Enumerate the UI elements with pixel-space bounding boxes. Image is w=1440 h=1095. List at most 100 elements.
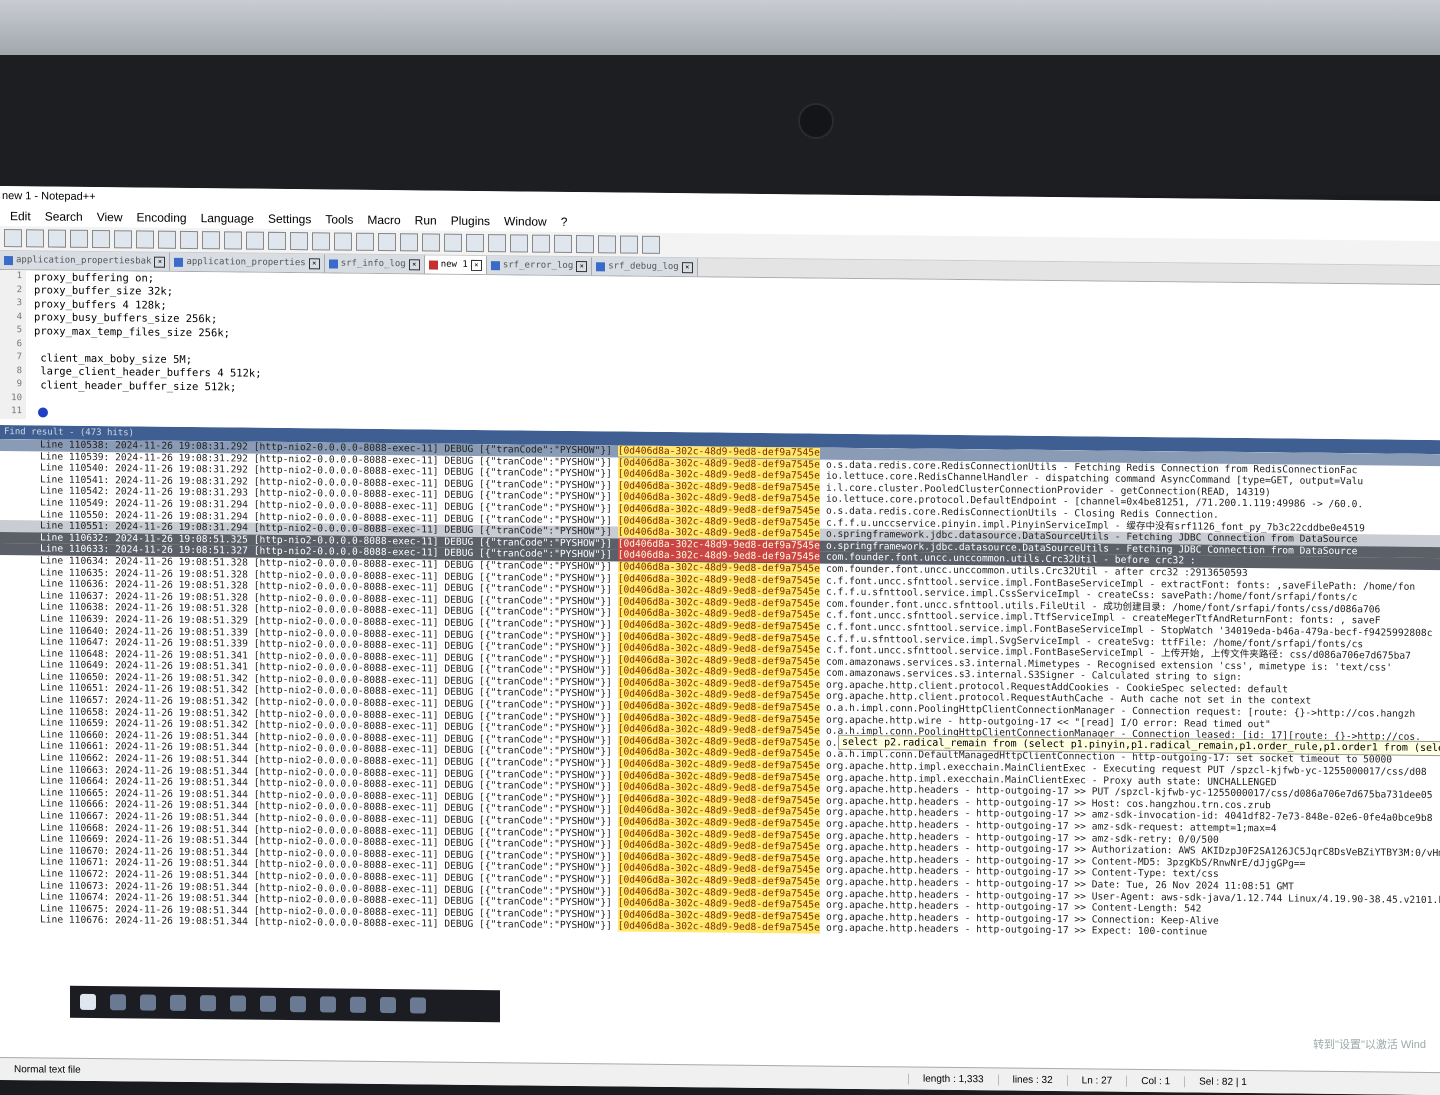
result-trancode: [{"tranCode":"PYSHOW"}] [479, 560, 612, 572]
record-icon[interactable] [554, 235, 572, 253]
close-icon[interactable]: × [471, 259, 482, 270]
result-timestamp: 2024-11-26 19:08:51.344 [115, 800, 248, 812]
result-trancode: [{"tranCode":"PYSHOW"}] [479, 606, 612, 618]
play-multi-icon[interactable] [620, 235, 638, 253]
mail-icon[interactable] [200, 995, 216, 1011]
find-icon[interactable] [268, 232, 286, 250]
monitor-bezel [0, 55, 1440, 195]
sync-h-icon[interactable] [378, 233, 396, 251]
result-timestamp: 2024-11-26 19:08:51.344 [115, 776, 248, 788]
tab-srf-info-log[interactable]: srf_info_log× [325, 254, 425, 273]
result-line-no: Line [40, 776, 69, 787]
close-icon[interactable]: × [682, 262, 693, 273]
redo-icon[interactable] [246, 232, 264, 250]
result-timestamp: 2024-11-26 19:08:51.328 [115, 568, 248, 580]
result-number: 110541 [69, 475, 104, 486]
app-icon[interactable] [230, 995, 246, 1011]
close-icon[interactable]: × [576, 261, 587, 272]
paste-icon[interactable] [202, 231, 220, 249]
result-trancode: [{"tranCode":"PYSHOW"}] [479, 618, 612, 630]
result-line-no: Line [40, 486, 69, 497]
menu-item-tools[interactable]: Tools [325, 212, 353, 226]
close-icon[interactable]: × [309, 258, 320, 269]
doc-map-icon[interactable] [466, 234, 484, 252]
monitor-icon[interactable] [532, 235, 550, 253]
stop-icon[interactable] [576, 235, 594, 253]
indent-guide-icon[interactable] [444, 234, 462, 252]
result-timestamp: 2024-11-26 19:08:31.292 [115, 452, 248, 464]
result-trancode: [{"tranCode":"PYSHOW"}] [479, 850, 612, 862]
menu-item-language[interactable]: Language [201, 211, 254, 226]
close-all-icon[interactable] [114, 230, 132, 248]
result-timestamp: 2024-11-26 19:08:51.344 [115, 892, 248, 904]
result-line-no: Line [40, 868, 69, 879]
result-timestamp: 2024-11-26 19:08:51.344 [115, 858, 248, 870]
tab-new-1[interactable]: new 1× [425, 255, 487, 274]
terminal-icon[interactable] [320, 996, 336, 1012]
result-number: 110665 [69, 788, 104, 799]
tab-srf-error-log[interactable]: srf_error_log× [487, 256, 592, 275]
save-all-icon[interactable] [70, 230, 88, 248]
result-timestamp: 2024-11-26 19:08:31.293 [115, 487, 248, 499]
editor-pane[interactable]: 1proxy_buffering on;2proxy_buffer_size 3… [0, 270, 1440, 440]
folder-icon[interactable] [510, 234, 528, 252]
result-trancode: [{"tranCode":"PYSHOW"}] [479, 803, 612, 815]
windows-start-icon[interactable] [80, 994, 96, 1010]
print-icon[interactable] [136, 230, 154, 248]
task-view-icon[interactable] [110, 994, 126, 1010]
menu-item-view[interactable]: View [97, 210, 123, 224]
function-list-icon[interactable] [488, 234, 506, 252]
close-icon[interactable] [92, 230, 110, 248]
replace-icon[interactable] [290, 232, 308, 250]
save-macro-icon[interactable] [642, 236, 660, 254]
chrome-icon[interactable] [350, 997, 366, 1013]
settings-icon[interactable] [290, 996, 306, 1012]
file-explorer-icon[interactable] [140, 994, 156, 1010]
result-trancode: [{"tranCode":"PYSHOW"}] [479, 711, 612, 723]
tab-srf-debug-log[interactable]: srf_debug_log× [592, 257, 697, 276]
tab-application-properties[interactable]: application_properties× [170, 253, 324, 273]
menu-item-settings[interactable]: Settings [268, 212, 311, 226]
save-icon[interactable] [48, 230, 66, 248]
zoom-in-icon[interactable] [312, 232, 330, 250]
find-results-panel[interactable]: Line 110538: 2024-11-26 19:08:31.292 [ht… [0, 439, 1440, 979]
close-icon[interactable]: × [154, 256, 165, 267]
line-number: 1 [0, 270, 26, 284]
close-icon[interactable]: × [409, 259, 420, 270]
app-icon-2[interactable] [260, 996, 276, 1012]
sync-v-icon[interactable] [356, 233, 374, 251]
result-line-no: Line [40, 694, 69, 705]
menu-item-plugins[interactable]: Plugins [451, 214, 490, 228]
all-chars-icon[interactable] [422, 233, 440, 251]
undo-icon[interactable] [224, 231, 242, 249]
result-level: DEBUG [444, 861, 473, 872]
play-icon[interactable] [598, 235, 616, 253]
menu-item-macro[interactable]: Macro [367, 213, 400, 227]
tab-application-propertiesbak[interactable]: application_propertiesbak× [0, 251, 170, 271]
cut-icon[interactable] [158, 231, 176, 249]
browser-icon[interactable] [170, 995, 186, 1011]
new-file-icon[interactable] [4, 229, 22, 247]
result-timestamp: 2024-11-26 19:08:51.328 [115, 579, 248, 591]
menu-item-window[interactable]: Window [504, 214, 547, 228]
result-number: 110675 [69, 903, 104, 914]
result-level: DEBUG [444, 571, 473, 582]
wrap-icon[interactable] [400, 233, 418, 251]
menu-item-encoding[interactable]: Encoding [137, 210, 187, 225]
status-bar: Normal text file length : 1,333 lines : … [0, 1057, 1440, 1095]
zoom-out-icon[interactable] [334, 232, 352, 250]
result-timestamp: 2024-11-26 19:08:51.328 [115, 556, 248, 568]
result-trancode: [{"tranCode":"PYSHOW"}] [479, 676, 612, 688]
result-line-no: Line [40, 451, 69, 462]
result-line-no: Line [40, 555, 69, 566]
app-icon-3[interactable] [410, 997, 426, 1013]
menu-item-edit[interactable]: Edit [10, 209, 31, 223]
copy-icon[interactable] [180, 231, 198, 249]
tab-label: srf_error_log [503, 260, 573, 271]
result-line-no: Line [40, 799, 69, 810]
menu-item-search[interactable]: Search [45, 209, 83, 223]
menu-item-run[interactable]: Run [415, 213, 437, 227]
menu-item-[interactable]: ? [561, 215, 568, 229]
notepadpp-icon[interactable] [380, 997, 396, 1013]
open-icon[interactable] [26, 229, 44, 247]
